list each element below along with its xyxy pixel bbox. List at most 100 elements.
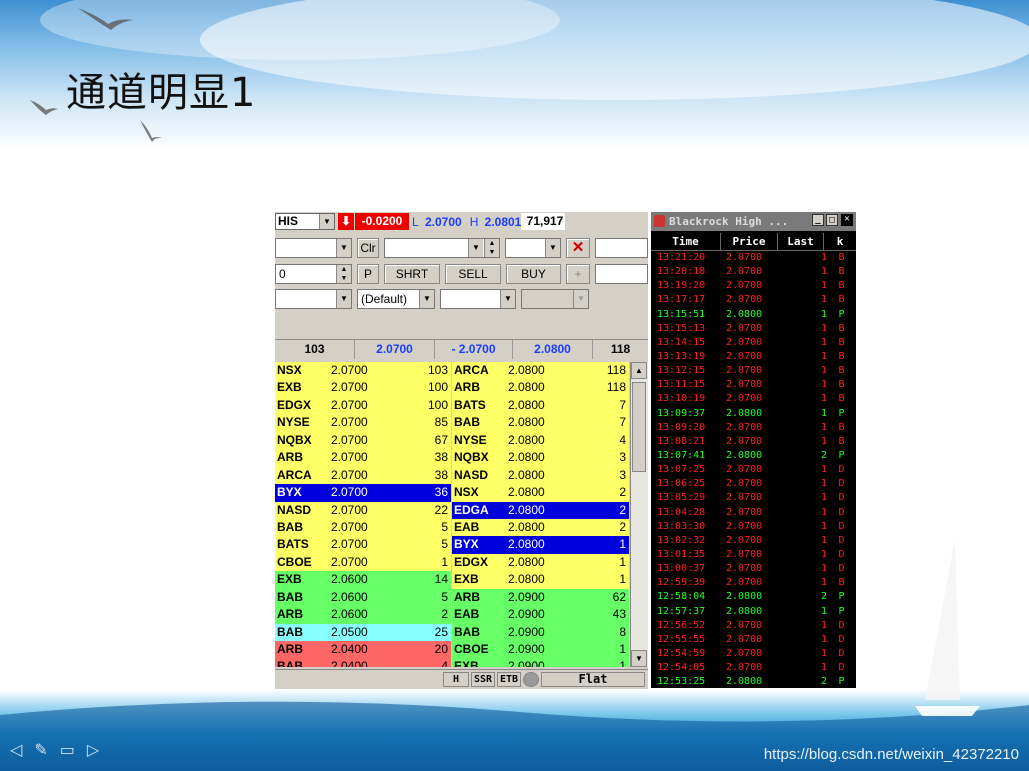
market-maker: BYX (454, 537, 479, 552)
book-row[interactable]: ARCA 2.0800 118 (452, 362, 629, 380)
next-slide-icon[interactable]: ▷ (87, 740, 99, 759)
price: 2.0700 (331, 537, 368, 552)
book-row[interactable]: ARB 2.0400 20 (275, 641, 451, 659)
chevron-down-icon[interactable]: ▼ (336, 290, 351, 308)
book-row[interactable]: BAB 2.0500 25 (275, 623, 451, 641)
book-row[interactable]: NASD 2.0800 3 (452, 466, 629, 485)
trade-row: 13:21:20 2.0700 1 B (651, 251, 856, 265)
chevron-down-icon[interactable]: ▼ (319, 214, 334, 229)
book-row[interactable]: NYSE 2.0800 4 (452, 431, 629, 450)
trade-exchange: B (838, 435, 845, 447)
plus-icon[interactable]: + (566, 264, 590, 284)
trade-price: 2.0800 (726, 591, 763, 603)
book-row[interactable]: EAB 2.0800 2 (452, 518, 629, 537)
chevron-down-icon[interactable]: ▼ (419, 290, 434, 308)
size: 1 (619, 554, 626, 569)
low-label: L (412, 214, 419, 229)
book-row[interactable]: NSX 2.0700 103 (275, 362, 451, 380)
book-row[interactable]: NQBX 2.0800 3 (452, 449, 629, 467)
short-button[interactable]: SHRT (384, 264, 440, 284)
book-row[interactable]: BATS 2.0800 7 (452, 396, 629, 415)
maximize-icon[interactable]: □ (826, 214, 838, 226)
book-row[interactable]: ARB 2.0900 62 (452, 588, 629, 607)
book-row[interactable]: BAB 2.0900 8 (452, 623, 629, 641)
cancel-icon[interactable]: ✕ (566, 238, 590, 258)
book-row[interactable]: BYX 2.0800 1 (452, 536, 629, 554)
buy-button[interactable]: BUY (506, 264, 561, 284)
prev-slide-icon[interactable]: ◁ (10, 740, 22, 759)
trade-time: 13:03:30 (657, 520, 706, 532)
p-button[interactable]: P (357, 264, 379, 284)
ssr-indicator: SSR (471, 672, 495, 687)
size: 20 (434, 642, 448, 656)
extra-field-2[interactable] (595, 264, 648, 284)
book-row[interactable]: ARB 2.0800 118 (452, 379, 629, 397)
price: 2.0700 (331, 397, 368, 412)
price-combo[interactable]: ▼ ▲ ▼ (384, 238, 500, 258)
book-row[interactable]: ARB 2.0700 38 (275, 449, 451, 467)
book-row[interactable]: EXB 2.0900 1 (452, 658, 629, 667)
trade-row: 13:06:25 2.0700 1 D (651, 477, 856, 491)
chevron-down-icon[interactable]: ▼ (468, 239, 483, 257)
book-row[interactable]: EXB 2.0800 1 (452, 571, 629, 589)
book-row[interactable]: EAB 2.0900 43 (452, 606, 629, 624)
order-row-1: ▼ Clr ▼ ▲ ▼ ▼ ✕ (275, 238, 648, 259)
book-row[interactable]: NYSE 2.0700 85 (275, 414, 451, 432)
book-row[interactable]: BAB 2.0700 5 (275, 518, 451, 537)
trade-exchange: D (838, 619, 845, 631)
book-row[interactable]: NSX 2.0800 2 (452, 484, 629, 502)
book-row[interactable]: BATS 2.0700 5 (275, 536, 451, 554)
close-icon[interactable]: ✕ (841, 214, 853, 226)
qty-spinner-icon[interactable]: ▲ ▼ (336, 265, 351, 283)
route-combo[interactable]: (Default) ▼ (357, 289, 435, 309)
trade-time: 13:05:29 (657, 492, 706, 504)
book-row[interactable]: BYX 2.0700 36 (275, 484, 451, 502)
minimize-icon[interactable]: _ (812, 214, 824, 226)
size: 1 (441, 554, 448, 569)
scroll-down-icon[interactable]: ▼ (631, 650, 647, 667)
extra-field[interactable] (595, 238, 648, 258)
sell-button[interactable]: SELL (445, 264, 501, 284)
book-scrollbar[interactable]: ▲ ▼ (630, 362, 648, 667)
book-row[interactable]: ARCA 2.0700 38 (275, 466, 451, 485)
book-row[interactable]: CBOE 2.0700 1 (275, 553, 451, 572)
book-row[interactable]: CBOE 2.0900 1 (452, 641, 629, 659)
trade-time: 13:07:25 (657, 464, 706, 476)
book-row[interactable]: NASD 2.0700 22 (275, 501, 451, 519)
tif-combo[interactable]: ▼ (505, 238, 561, 258)
type-combo[interactable]: ▼ (275, 289, 352, 309)
book-row[interactable]: EDGA 2.0800 2 (452, 501, 629, 519)
scroll-thumb[interactable] (632, 382, 646, 472)
symbol-combo[interactable]: HIS ▼ (275, 213, 335, 230)
book-row[interactable]: ARB 2.0600 2 (275, 606, 451, 624)
trade-time: 13:07:41 (657, 449, 706, 461)
trade-price: 2.0700 (726, 252, 763, 263)
trade-price: 2.0700 (726, 350, 763, 362)
book-row[interactable]: BAB 2.0800 7 (452, 414, 629, 432)
destination-combo[interactable]: ▼ (440, 289, 516, 309)
chevron-down-icon[interactable]: ▼ (545, 239, 560, 257)
book-row[interactable]: EXB 2.0700 100 (275, 379, 451, 397)
quantity-stepper[interactable]: 0 ▲ ▼ (275, 264, 352, 284)
book-row[interactable]: EDGX 2.0800 1 (452, 553, 629, 572)
menu-icon[interactable]: ▭ (60, 740, 75, 759)
pen-icon[interactable]: ✎ (34, 740, 47, 759)
chevron-down-icon[interactable]: ▼ (336, 239, 351, 257)
trade-time: 13:15:13 (657, 322, 706, 334)
account-combo[interactable]: ▼ (275, 238, 352, 258)
size: 1 (619, 642, 626, 656)
trade-row: 13:01:35 2.0700 1 D (651, 548, 856, 562)
size: 3 (619, 450, 626, 465)
price-spinner-icon[interactable]: ▲ ▼ (484, 239, 499, 257)
book-row[interactable]: BAB 2.0600 5 (275, 588, 451, 607)
net-change: -0.0200 (355, 213, 409, 230)
trade-time: 13:20:18 (657, 266, 706, 278)
clear-button[interactable]: Clr (357, 238, 379, 258)
scroll-up-icon[interactable]: ▲ (631, 362, 647, 379)
chevron-down-icon[interactable]: ▼ (500, 290, 515, 308)
book-row[interactable]: NQBX 2.0700 67 (275, 431, 451, 450)
book-row[interactable]: BAB 2.0400 4 (275, 658, 451, 667)
book-row[interactable]: EDGX 2.0700 100 (275, 396, 451, 415)
book-row[interactable]: EXB 2.0600 14 (275, 571, 451, 589)
price: 2.0800 (508, 537, 545, 552)
